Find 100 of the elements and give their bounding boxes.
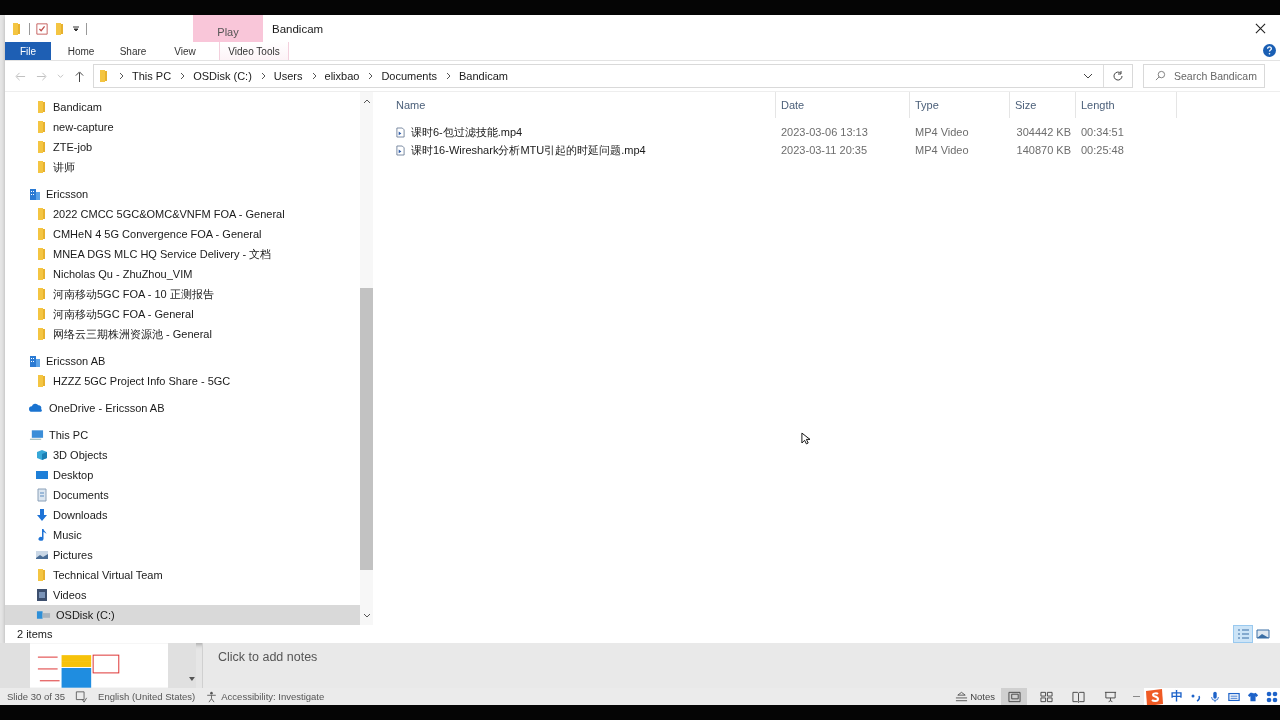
- nav-item[interactable]: Music: [5, 525, 360, 545]
- search-field[interactable]: Search Bandicam: [1143, 64, 1265, 88]
- close-icon[interactable]: [1255, 23, 1266, 34]
- address-bar[interactable]: This PC OSDisk (C:) Users elixbao Documents Bandicam: [93, 64, 1133, 88]
- slide-thumbnail-drawing[interactable]: [30, 643, 169, 688]
- scroll-down-icon[interactable]: [362, 613, 371, 619]
- nav-item[interactable]: MNEA DGS MLC HQ Service Delivery - 文档: [5, 244, 360, 264]
- folder-icon: [36, 140, 48, 154]
- cube-icon: [36, 448, 48, 462]
- help-icon[interactable]: [1263, 44, 1276, 57]
- nav-item[interactable]: Downloads: [5, 505, 360, 525]
- table-cell-text: MP4 Video: [914, 126, 970, 138]
- column-header[interactable]: Date: [776, 92, 910, 118]
- scroll-down-icon[interactable]: [188, 676, 196, 682]
- breadcrumb[interactable]: Bandicam: [459, 70, 508, 82]
- mouse-cursor-icon: [801, 432, 810, 445]
- accessibility-button[interactable]: Accessibility: Investigate: [205, 690, 325, 703]
- nav-item[interactable]: OSDisk (C:): [5, 605, 360, 625]
- nav-item[interactable]: 3D Objects: [5, 445, 360, 465]
- large-icons-view-icon[interactable]: [1254, 626, 1272, 642]
- nav-item[interactable]: 网络云三期株洲资源池 - General: [5, 324, 360, 344]
- refresh-icon[interactable]: [1112, 70, 1124, 82]
- notes-icon: [955, 690, 969, 703]
- nav-item[interactable]: Pictures: [5, 545, 360, 565]
- file-name[interactable]: 课时6-包过滤技能.mp4: [391, 124, 776, 140]
- nav-item[interactable]: 讲师: [5, 157, 360, 177]
- slide-counter: Slide 30 of 35: [7, 691, 66, 702]
- ribbon-tab[interactable]: Share: [107, 42, 159, 60]
- chevron-down-icon[interactable]: [1083, 73, 1093, 79]
- shirt-icon[interactable]: [1247, 690, 1259, 703]
- dropdown-caret-icon[interactable]: [72, 24, 80, 33]
- grid-icon: [1039, 690, 1053, 703]
- file-name[interactable]: 课时16-Wireshark分析MTU引起的时延问题.mp4: [391, 142, 776, 158]
- nav-item[interactable]: Ericsson: [5, 184, 360, 204]
- nav-item[interactable]: Bandicam: [5, 97, 360, 117]
- folder-icon: [36, 227, 48, 241]
- folder-icon: [36, 374, 48, 388]
- folder-icon: [98, 69, 110, 83]
- folder-icon: [36, 247, 48, 261]
- context-tab-header: Play: [193, 15, 263, 42]
- view-button[interactable]: [1001, 688, 1027, 705]
- column-header[interactable]: Size: [1010, 92, 1076, 118]
- notes-button[interactable]: Notes: [955, 690, 995, 703]
- table-cell-text: MP4 Video: [914, 144, 970, 156]
- file-tab[interactable]: File: [5, 42, 51, 60]
- chevron-right-icon: [311, 72, 318, 80]
- table-cell-text: 2023-03-06 13:13: [780, 126, 869, 138]
- column-header[interactable]: Type: [910, 92, 1010, 118]
- cloud-icon: [29, 401, 44, 415]
- column-header[interactable]: Length: [1076, 92, 1177, 118]
- nav-item[interactable]: ZTE-job: [5, 137, 360, 157]
- nav-item[interactable]: Technical Virtual Team: [5, 565, 360, 585]
- spell-check-icon[interactable]: [75, 690, 89, 703]
- music-note-icon: [36, 528, 48, 542]
- breadcrumb[interactable]: This PC: [132, 70, 172, 82]
- chevron-right-icon: [446, 72, 453, 80]
- checklist-icon[interactable]: [36, 21, 48, 36]
- window-title: Bandicam: [272, 22, 324, 35]
- nav-item[interactable]: new-capture: [5, 117, 360, 137]
- breadcrumb[interactable]: Documents: [381, 70, 438, 82]
- microphone-icon[interactable]: [1209, 690, 1221, 703]
- scrollbar[interactable]: [360, 92, 373, 625]
- column-header[interactable]: Name: [391, 92, 776, 118]
- download-arrow-icon: [36, 508, 48, 522]
- breadcrumb[interactable]: OSDisk (C:): [193, 70, 252, 82]
- nav-item[interactable]: 河南移动5GC FOA - General: [5, 304, 360, 324]
- table-cell-text: 304442 KB: [1015, 126, 1072, 138]
- nav-item[interactable]: 河南移动5GC FOA - 10 正测报告: [5, 284, 360, 304]
- nav-item[interactable]: This PC: [5, 425, 360, 445]
- nav-item[interactable]: CMHeN 4 5G Convergence FOA - General: [5, 224, 360, 244]
- sogou-logo-icon[interactable]: [1144, 687, 1164, 706]
- desktop-icon: [36, 468, 48, 482]
- nav-item[interactable]: HZZZ 5GC Project Info Share - 5GC: [5, 371, 360, 391]
- language-indicator[interactable]: English (United States): [98, 691, 196, 702]
- table-cell-text: 00:25:48: [1080, 144, 1125, 156]
- folder-icon: [36, 287, 48, 301]
- ribbon-tab[interactable]: Home: [55, 42, 107, 60]
- folder-icon: [36, 307, 48, 321]
- apps-icon[interactable]: [1266, 690, 1278, 703]
- video-file-icon: [396, 144, 405, 156]
- keyboard-icon[interactable]: [1228, 690, 1240, 703]
- nav-item[interactable]: Ericsson AB: [5, 351, 360, 371]
- chevron-right-icon: [119, 72, 125, 80]
- nav-item[interactable]: 2022 CMCC 5GC&OMC&VNFM FOA - General: [5, 204, 360, 224]
- nav-item[interactable]: Desktop: [5, 465, 360, 485]
- nav-item[interactable]: Documents: [5, 485, 360, 505]
- nav-item[interactable]: Nicholas Qu - ZhuZhou_VIM: [5, 264, 360, 284]
- nav-item[interactable]: Videos: [5, 585, 360, 605]
- breadcrumb[interactable]: elixbao: [324, 70, 360, 82]
- ribbon-tab[interactable]: View: [159, 42, 211, 60]
- breadcrumb[interactable]: Users: [273, 70, 303, 82]
- accessibility-icon: [205, 690, 219, 703]
- folder-icon: [36, 568, 48, 582]
- chevron-right-icon: [368, 72, 375, 80]
- scroll-up-icon[interactable]: [362, 98, 371, 104]
- up-arrow-icon[interactable]: [74, 70, 85, 82]
- folder-icon: [36, 327, 48, 341]
- film-icon: [36, 588, 48, 602]
- nav-item[interactable]: OneDrive - Ericsson AB: [5, 398, 360, 418]
- input-mode-indicator[interactable]: 中: [1171, 688, 1183, 705]
